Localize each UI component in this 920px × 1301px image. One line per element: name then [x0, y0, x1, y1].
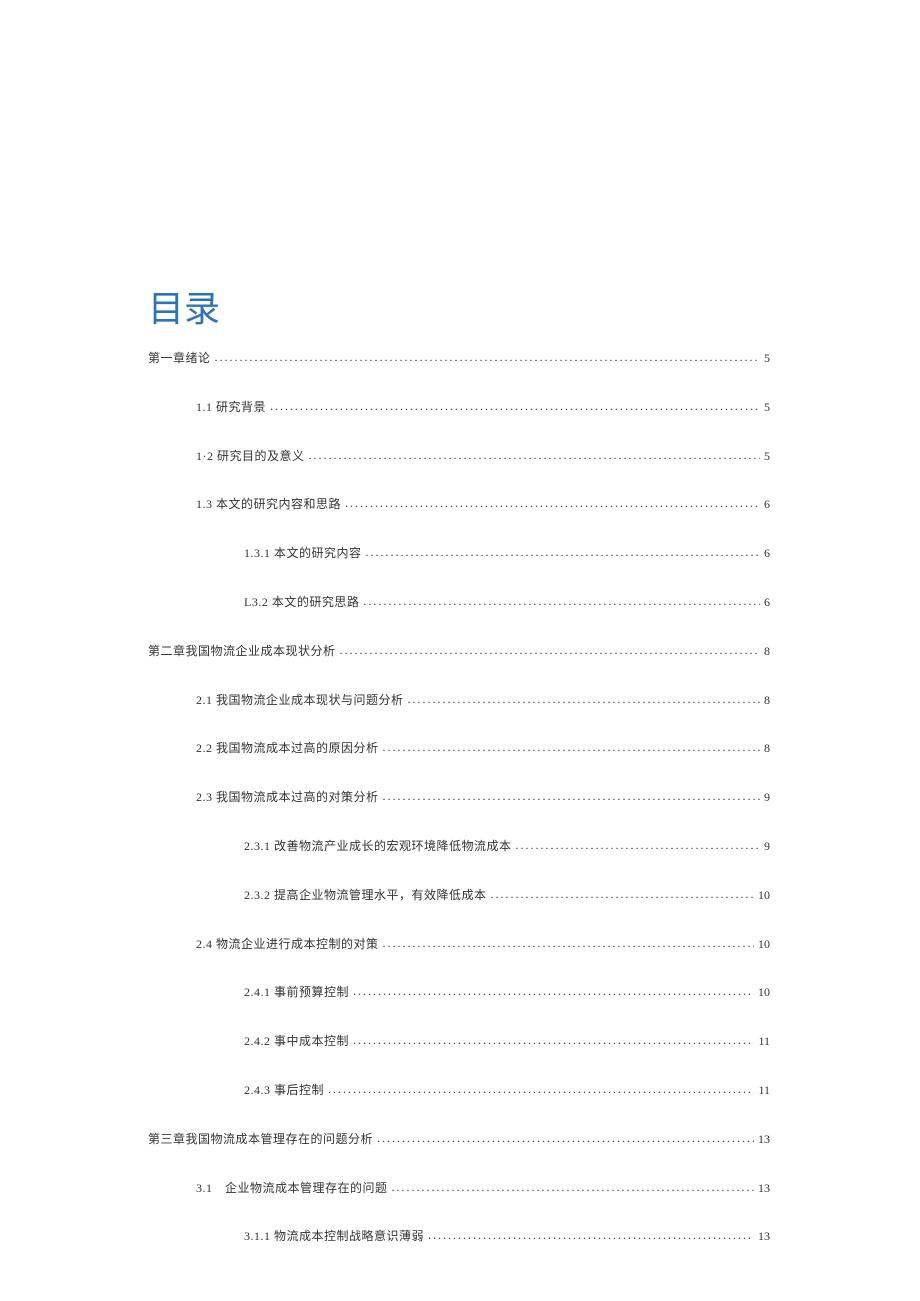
toc-leader-dots	[270, 398, 760, 415]
toc-entry-label: 2.4 物流企业进行成本控制的对策	[196, 936, 379, 953]
toc-entry: 2.3 我国物流成本过高的对策分析 9	[196, 789, 770, 806]
toc-entry-page: 5	[764, 448, 770, 465]
toc-entry-page: 9	[764, 838, 770, 855]
toc-entry: 2.4.3 事后控制 11	[244, 1082, 770, 1099]
toc-entry: 1.3.1 本文的研究内容 6	[244, 545, 770, 562]
toc-entry-page: 6	[764, 496, 770, 513]
toc-entry-label: 2.1 我国物流企业成本现状与问题分析	[196, 692, 404, 709]
toc-entry: 2.4.1 事前预算控制 10	[244, 984, 770, 1001]
toc-entry-label: 第一章绪论	[148, 350, 211, 367]
toc-entry: 3.1 企业物流成本管理存在的问题 13	[196, 1180, 770, 1197]
toc-entry-label: 1.3.1 本文的研究内容	[244, 545, 362, 562]
toc-entry: 第三章我国物流成本管理存在的问题分析 13	[148, 1131, 770, 1148]
toc-entry-page: 10	[758, 936, 770, 953]
toc-leader-dots	[408, 691, 760, 708]
toc-entry-label: 第三章我国物流成本管理存在的问题分析	[148, 1131, 373, 1148]
toc-entry-label: 2.4.1 事前预算控制	[244, 984, 349, 1001]
toc-entry-label: 1·2 研究目的及意义	[196, 448, 305, 465]
toc-entry-page: 5	[764, 399, 770, 416]
toc-leader-dots	[383, 935, 754, 952]
toc-entry-label: 第二章我国物流企业成本现状分析	[148, 643, 336, 660]
toc-entry-page: 13	[758, 1131, 770, 1148]
toc-entry-label: 2.3 我国物流成本过高的对策分析	[196, 789, 379, 806]
toc-entry-page: 11	[758, 1033, 770, 1050]
toc-entry-page: 6	[764, 545, 770, 562]
toc-leader-dots	[215, 349, 760, 366]
toc-entry-page: 6	[764, 594, 770, 611]
toc-entry: 2.2 我国物流成本过高的原因分析 8	[196, 740, 770, 757]
toc-entry-label: 2.2 我国物流成本过高的原因分析	[196, 740, 379, 757]
toc-leader-dots	[309, 447, 761, 464]
toc-leader-dots	[383, 788, 760, 805]
toc-entry: 2.4.2 事中成本控制 11	[244, 1033, 770, 1050]
toc-entry-label: 2.4.2 事中成本控制	[244, 1033, 349, 1050]
toc-entry-label: 1.1 研究背景	[196, 399, 266, 416]
toc-leader-dots	[491, 886, 754, 903]
toc-entry-page: 13	[758, 1228, 770, 1245]
toc-entry: 1.1 研究背景 5	[196, 399, 770, 416]
toc-entry: 1.3 本文的研究内容和思路 6	[196, 496, 770, 513]
toc-entry: 第二章我国物流企业成本现状分析 8	[148, 643, 770, 660]
toc-entry-label: 2.3.2 提高企业物流管理水平，有效降低成本	[244, 887, 487, 904]
toc-entry-page: 13	[758, 1180, 770, 1197]
toc-entry: 2.3.2 提高企业物流管理水平，有效降低成本 10	[244, 887, 770, 904]
toc-entry-page: 9	[764, 789, 770, 806]
toc-leader-dots	[345, 495, 760, 512]
toc-leader-dots	[377, 1130, 754, 1147]
toc-entry: 2.3.1 改善物流产业成长的宏观环境降低物流成本 9	[244, 838, 770, 855]
toc-entry-label: 3.1.1 物流成本控制战略意识薄弱	[244, 1228, 424, 1245]
document-page: 目录 第一章绪论 5 1.1 研究背景 5 1·2 研究目的及意义 5 1.3 本文的研究内…	[148, 280, 770, 1277]
toc-entry: 第一章绪论 5	[148, 350, 770, 367]
toc-heading: 目录	[148, 280, 770, 332]
toc-entry-label: 1.3 本文的研究内容和思路	[196, 496, 341, 513]
toc-leader-dots	[383, 739, 760, 756]
toc-entry: L3.2 本文的研究思路 6	[244, 594, 770, 611]
toc-entry-page: 10	[758, 984, 770, 1001]
toc-entry-label: 2.3.1 改善物流产业成长的宏观环境降低物流成本	[244, 838, 512, 855]
toc-entry-page: 8	[764, 740, 770, 757]
toc-entry: 2.1 我国物流企业成本现状与问题分析 8	[196, 692, 770, 709]
toc-leader-dots	[353, 1032, 754, 1049]
toc-entry: 3.1.1 物流成本控制战略意识薄弱 13	[244, 1228, 770, 1245]
toc-leader-dots	[516, 837, 760, 854]
toc-entry-label: 3.1 企业物流成本管理存在的问题	[196, 1180, 388, 1197]
toc-leader-dots	[392, 1179, 754, 1196]
toc-entry-page: 11	[758, 1082, 770, 1099]
toc-leader-dots	[340, 642, 760, 659]
toc-entry-page: 8	[764, 643, 770, 660]
toc-entry-label: L3.2 本文的研究思路	[244, 594, 359, 611]
toc-entry-page: 10	[758, 887, 770, 904]
toc-leader-dots	[428, 1227, 754, 1244]
toc-leader-dots	[363, 593, 760, 610]
toc-entry: 1·2 研究目的及意义 5	[196, 448, 770, 465]
toc-entry: 2.4 物流企业进行成本控制的对策 10	[196, 936, 770, 953]
toc-leader-dots	[366, 544, 760, 561]
toc-leader-dots	[328, 1081, 754, 1098]
toc-entry-page: 5	[764, 350, 770, 367]
toc-entry-page: 8	[764, 692, 770, 709]
toc-leader-dots	[353, 983, 754, 1000]
toc-entry-label: 2.4.3 事后控制	[244, 1082, 324, 1099]
toc-container: 第一章绪论 5 1.1 研究背景 5 1·2 研究目的及意义 5 1.3 本文的研究内容和思…	[148, 350, 770, 1245]
